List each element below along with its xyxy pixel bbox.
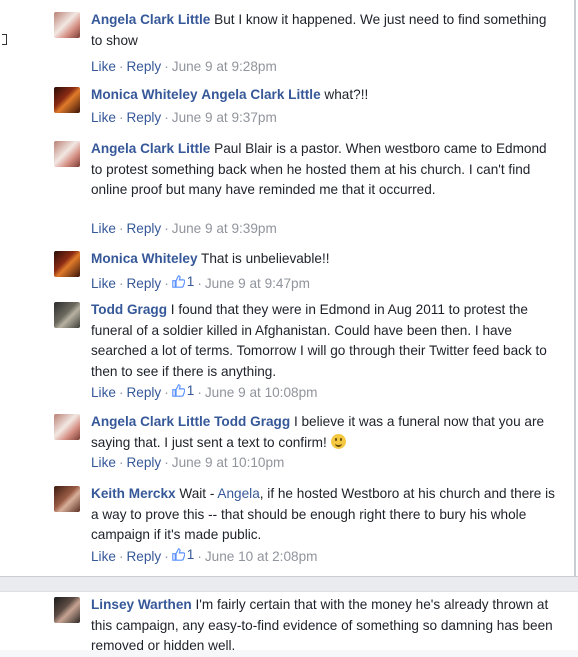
mention-link[interactable]: Angela <box>217 486 259 501</box>
like-link[interactable]: Like <box>91 549 116 564</box>
author-name[interactable]: Monica Whiteley <box>91 87 198 102</box>
reply-link[interactable]: Reply <box>126 385 161 400</box>
reply-link[interactable]: Reply <box>126 59 161 74</box>
author-name[interactable]: Angela Clark Little <box>91 12 210 27</box>
avatar[interactable] <box>54 12 80 38</box>
avatar[interactable] <box>54 486 80 512</box>
author-name[interactable]: Keith Merckx <box>91 486 176 501</box>
comment: Keith Merckx Wait - Angela, if he hosted… <box>54 486 559 566</box>
avatar[interactable] <box>54 141 80 167</box>
smiley-icon <box>330 433 346 449</box>
comment: Todd Gragg I found that they were in Edm… <box>54 302 559 402</box>
like-count[interactable]: 1 <box>172 383 194 398</box>
like-count[interactable]: 1 <box>172 547 194 562</box>
comment: Monica Whiteley Angela Clark Little what… <box>54 87 559 127</box>
comment-text-prefix: Wait - <box>179 486 218 501</box>
comment-actions: Like · Reply · 1 · June 10 at 2:08pm <box>91 547 318 564</box>
mention-link[interactable]: Todd Gragg <box>214 414 290 429</box>
timestamp[interactable]: June 9 at 9:28pm <box>172 59 277 74</box>
author-name[interactable]: Angela Clark Little <box>91 141 210 156</box>
comment-text: That is unbelievable!! <box>201 251 330 266</box>
comment-body: Angela Clark Little But I know it happen… <box>91 10 556 51</box>
reply-link[interactable]: Reply <box>126 455 161 470</box>
comment: Angela Clark Little Paul Blair is a past… <box>54 141 559 241</box>
author-name[interactable]: Linsey Warthen <box>91 597 192 612</box>
author-name[interactable]: Todd Gragg <box>91 302 167 317</box>
thumbs-up-icon <box>172 275 185 288</box>
comment: Linsey Warthen I'm fairly certain that w… <box>54 597 559 653</box>
avatar[interactable] <box>54 597 80 623</box>
comment-actions: Like · Reply · 1 · June 9 at 10:08pm <box>91 383 318 400</box>
comment-actions: Like · Reply · 1 · June 9 at 9:47pm <box>91 274 310 291</box>
like-link[interactable]: Like <box>91 385 116 400</box>
reply-link[interactable]: Reply <box>126 110 161 125</box>
comment-body: Keith Merckx Wait - Angela, if he hosted… <box>91 484 556 546</box>
like-link[interactable]: Like <box>91 455 116 470</box>
section-divider <box>0 576 578 592</box>
comment-body: Linsey Warthen I'm fairly certain that w… <box>91 595 556 657</box>
avatar[interactable] <box>54 302 80 328</box>
comment-body: Monica Whiteley Angela Clark Little what… <box>91 85 556 106</box>
reply-link[interactable]: Reply <box>126 221 161 236</box>
like-link[interactable]: Like <box>91 221 116 236</box>
comment-actions: Like · Reply · June 9 at 9:28pm <box>91 59 277 74</box>
timestamp[interactable]: June 9 at 9:39pm <box>172 221 277 236</box>
comment-actions: Like · Reply · June 9 at 9:37pm <box>91 110 277 125</box>
like-link[interactable]: Like <box>91 110 116 125</box>
thumbs-up-icon <box>172 384 185 397</box>
comment-body: Todd Gragg I found that they were in Edm… <box>91 300 556 382</box>
author-name[interactable]: Angela Clark Little <box>91 414 210 429</box>
comment-actions: Like · Reply · June 9 at 9:39pm <box>91 221 277 236</box>
like-count[interactable]: 1 <box>172 274 194 289</box>
comment-text: what?!! <box>324 87 369 102</box>
comment-thread: Angela Clark Little But I know it happen… <box>0 0 576 576</box>
reply-link[interactable]: Reply <box>126 549 161 564</box>
timestamp[interactable]: June 9 at 10:10pm <box>172 455 285 470</box>
author-name[interactable]: Monica Whiteley <box>91 251 198 266</box>
comment-body: Angela Clark Little Paul Blair is a past… <box>91 139 556 201</box>
mention-link[interactable]: Angela Clark Little <box>201 87 320 102</box>
like-link[interactable]: Like <box>91 276 116 291</box>
avatar[interactable] <box>54 251 80 277</box>
timestamp[interactable]: June 9 at 9:47pm <box>205 276 310 291</box>
timestamp[interactable]: June 10 at 2:08pm <box>205 549 318 564</box>
avatar[interactable] <box>54 87 80 113</box>
timestamp[interactable]: June 9 at 9:37pm <box>172 110 277 125</box>
timestamp[interactable]: June 9 at 10:08pm <box>205 385 318 400</box>
comment-body: Monica Whiteley That is unbelievable!! <box>91 249 556 270</box>
comment-actions: Like · Reply · June 9 at 10:10pm <box>91 455 285 470</box>
comment: Monica Whiteley That is unbelievable!! L… <box>54 251 559 291</box>
bottom-edge <box>0 650 578 657</box>
reply-link[interactable]: Reply <box>126 276 161 291</box>
like-link[interactable]: Like <box>91 59 116 74</box>
thumbs-up-icon <box>172 548 185 561</box>
comment: Angela Clark Little But I know it happen… <box>54 10 559 74</box>
comment: Angela Clark Little Todd Gragg I believe… <box>54 414 559 474</box>
avatar[interactable] <box>54 414 80 440</box>
comment-body: Angela Clark Little Todd Gragg I believe… <box>91 412 556 453</box>
